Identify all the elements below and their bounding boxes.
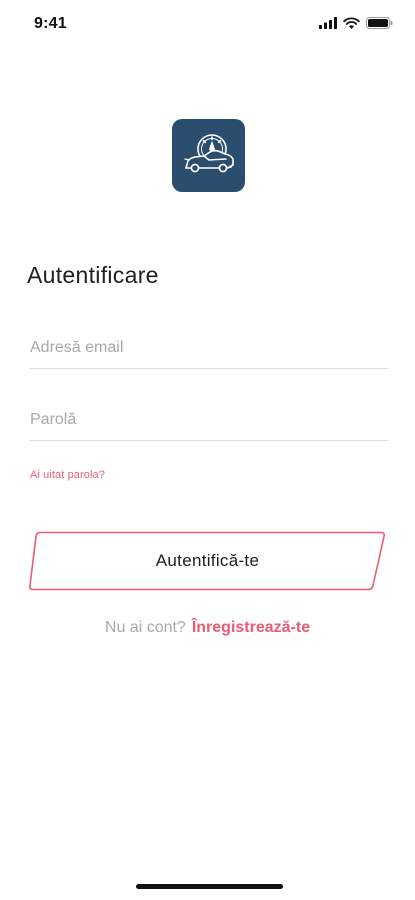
car-speedometer-icon [183,133,234,172]
login-button-label: Autentifică-te [155,551,260,570]
login-screen: 9:41 Autentificare Adresă email Ai uitat… [0,0,415,900]
status-icons [319,17,393,29]
cellular-signal-icon [319,17,337,29]
signup-row: Nu ai cont? Înregistrează-te [0,619,415,637]
email-field[interactable] [29,327,388,368]
email-field-container [29,327,388,369]
password-field[interactable] [29,399,388,440]
app-logo [172,119,245,192]
signup-link[interactable]: Înregistrează-te [192,619,310,636]
battery-icon [366,17,393,29]
home-indicator [136,884,283,889]
password-field-container [29,399,388,441]
login-button[interactable]: Autentifică-te [28,530,387,592]
wifi-icon [343,17,360,29]
forgot-password-link[interactable]: Ai uitat parola? [30,469,105,481]
page-title: Autentificare [27,262,159,288]
signup-prompt: Nu ai cont? [104,619,186,636]
status-time: 9:41 [34,15,67,32]
status-bar: 9:41 [0,0,415,48]
